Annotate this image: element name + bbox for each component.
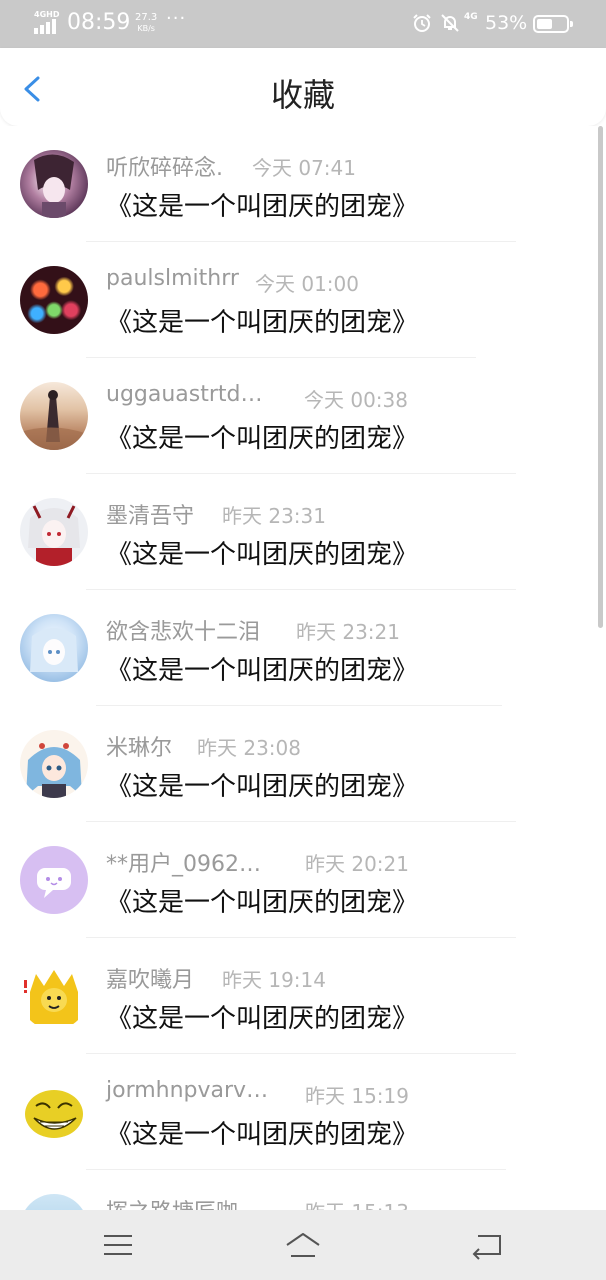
avatar[interactable] bbox=[20, 150, 88, 218]
timestamp: 昨天 15:19 bbox=[305, 1084, 409, 1108]
list-item[interactable]: **用户_0962… 昨天 20:21 《这是一个叫团厌的团宠》 bbox=[0, 822, 600, 938]
timestamp: 昨天 23:08 bbox=[197, 736, 301, 760]
scrollbar[interactable] bbox=[598, 126, 603, 628]
item-text: 《这是一个叫团厌的团宠》 bbox=[106, 772, 419, 802]
item-text: 《这是一个叫团厌的团宠》 bbox=[106, 308, 419, 338]
list-item[interactable]: uggauastrtd… 今天 00:38 《这是一个叫团厌的团宠》 bbox=[0, 358, 600, 474]
item-text: 《这是一个叫团厌的团宠》 bbox=[106, 1120, 419, 1150]
avatar[interactable] bbox=[20, 266, 88, 334]
system-nav-bar bbox=[0, 1210, 606, 1280]
item-text: 《这是一个叫团厌的团宠》 bbox=[106, 888, 419, 918]
avatar[interactable] bbox=[20, 730, 88, 798]
list-item[interactable]: 墨清吾守 昨天 23:31 《这是一个叫团厌的团宠》 bbox=[0, 474, 600, 590]
username: 墨清吾守 bbox=[106, 504, 195, 529]
network-speed-unit: KB/s bbox=[137, 24, 155, 33]
timestamp: 今天 00:38 bbox=[304, 388, 408, 412]
username: 嘉吹曦月 bbox=[106, 968, 195, 993]
item-text: 《这是一个叫团厌的团宠》 bbox=[106, 656, 419, 686]
signal-icon: 4GHD bbox=[34, 10, 60, 34]
list-item[interactable]: 米琳尔 昨天 23:08 《这是一个叫团厌的团宠》 bbox=[0, 706, 600, 822]
status-bar: 4GHD 08:59 27.3 KB/s ··· 4G 53% bbox=[0, 0, 606, 48]
timestamp: 昨天 23:31 bbox=[222, 504, 326, 528]
item-text: 《这是一个叫团厌的团宠》 bbox=[106, 192, 419, 222]
timestamp: 昨天 19:14 bbox=[222, 968, 326, 992]
username: 欲含悲欢十二泪 bbox=[106, 620, 261, 645]
favorites-list[interactable]: 听欣碎碎念. 今天 07:41 《这是一个叫团厌的团宠》 paulslmithr… bbox=[0, 126, 606, 1210]
battery-percent: 53% bbox=[485, 12, 528, 34]
avatar[interactable] bbox=[20, 846, 88, 914]
network-tag: 4GHD bbox=[34, 10, 60, 19]
item-text: 《这是一个叫团厌的团宠》 bbox=[106, 424, 419, 454]
avatar[interactable] bbox=[20, 1194, 88, 1210]
page-title: 收藏 bbox=[270, 76, 335, 114]
item-text: 《这是一个叫团厌的团宠》 bbox=[106, 540, 419, 570]
home-icon[interactable] bbox=[283, 1230, 323, 1260]
timestamp: 今天 01:00 bbox=[255, 272, 359, 296]
network-speed-value: 27.3 bbox=[135, 12, 158, 23]
timestamp: 昨天 20:21 bbox=[305, 852, 409, 876]
list-item[interactable]: 欲含悲欢十二泪 昨天 23:21 《这是一个叫团厌的团宠》 bbox=[0, 590, 600, 706]
avatar[interactable] bbox=[20, 382, 88, 450]
more-notifications-icon: ··· bbox=[166, 8, 187, 29]
list-item[interactable]: 挥之路塘匠咖 昨天 15:13 bbox=[0, 1170, 600, 1210]
avatar[interactable] bbox=[20, 614, 88, 682]
battery-fill bbox=[537, 19, 552, 29]
list-item[interactable]: 听欣碎碎念. 今天 07:41 《这是一个叫团厌的团宠》 bbox=[0, 126, 600, 242]
avatar[interactable] bbox=[20, 962, 88, 1030]
list-item[interactable]: paulslmithrr 今天 01:00 《这是一个叫团厌的团宠》 bbox=[0, 242, 600, 358]
username: uggauastrtd… bbox=[106, 382, 263, 407]
timestamp: 昨天 23:21 bbox=[296, 620, 400, 644]
battery-icon bbox=[533, 15, 573, 33]
username: jormhnpvarv… bbox=[106, 1078, 269, 1103]
network-speed: 27.3 KB/s bbox=[135, 12, 157, 34]
avatar[interactable] bbox=[20, 1078, 88, 1146]
username: 米琳尔 bbox=[106, 736, 173, 761]
status-time: 08:59 bbox=[67, 10, 131, 35]
mute-icon bbox=[441, 14, 459, 32]
username: **用户_0962… bbox=[106, 852, 261, 877]
list-item[interactable]: 嘉吹曦月 昨天 19:14 《这是一个叫团厌的团宠》 bbox=[0, 938, 600, 1054]
menu-icon[interactable] bbox=[100, 1230, 136, 1260]
timestamp: 今天 07:41 bbox=[252, 156, 356, 180]
item-text: 《这是一个叫团厌的团宠》 bbox=[106, 1004, 419, 1034]
network-type: 4G bbox=[464, 12, 478, 22]
username: 挥之路塘匠咖 bbox=[106, 1194, 238, 1210]
timestamp: 昨天 15:13 bbox=[305, 1196, 409, 1210]
nav-bar: 收藏 bbox=[0, 48, 606, 126]
username: paulslmithrr bbox=[106, 266, 239, 291]
list-item[interactable]: jormhnpvarv… 昨天 15:19 《这是一个叫团厌的团宠》 bbox=[0, 1054, 600, 1170]
alarm-icon bbox=[413, 14, 431, 32]
back-arrow-icon[interactable] bbox=[470, 1230, 506, 1260]
avatar[interactable] bbox=[20, 498, 88, 566]
username: 听欣碎碎念. bbox=[106, 156, 223, 181]
